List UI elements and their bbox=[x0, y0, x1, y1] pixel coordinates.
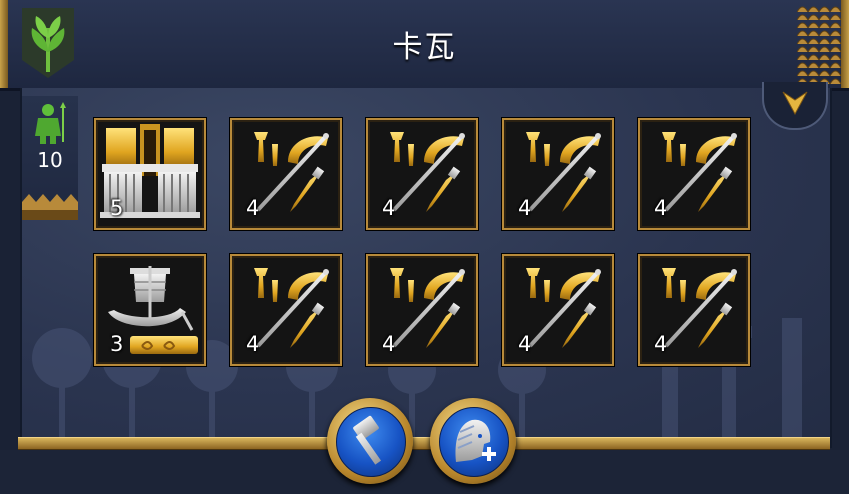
header-bar: 卡瓦 bbox=[0, 0, 849, 91]
troop-count: 10 bbox=[37, 148, 63, 172]
slot-count: 5 bbox=[110, 196, 124, 220]
slot-count: 4 bbox=[246, 332, 260, 356]
weapons-slot[interactable]: 4 bbox=[366, 118, 478, 230]
green-soldier-icon bbox=[35, 102, 66, 144]
chevron-down-icon bbox=[782, 91, 808, 116]
weapons-slot[interactable]: 4 bbox=[230, 118, 342, 230]
slot-count: 3 bbox=[110, 332, 124, 356]
troop-counter[interactable]: 10 bbox=[22, 96, 78, 220]
slot-count: 4 bbox=[654, 332, 668, 356]
slot-count: 4 bbox=[382, 196, 396, 220]
build-button[interactable] bbox=[327, 398, 413, 484]
slot-count: 4 bbox=[518, 332, 532, 356]
ship-slot[interactable]: 3 bbox=[94, 254, 206, 366]
weapons-slot[interactable]: 4 bbox=[230, 254, 342, 366]
recruit-button[interactable] bbox=[430, 398, 516, 484]
weapons-slot[interactable]: 4 bbox=[638, 118, 750, 230]
page-title: 卡瓦 bbox=[392, 30, 457, 65]
slot-count: 4 bbox=[382, 332, 396, 356]
slot-count: 4 bbox=[654, 196, 668, 220]
pharaoh-add-icon bbox=[455, 419, 496, 462]
slot-count: 4 bbox=[518, 196, 532, 220]
weapons-slot[interactable]: 4 bbox=[366, 254, 478, 366]
hammer-icon bbox=[353, 415, 382, 465]
footer-area bbox=[0, 450, 849, 494]
weapons-slot[interactable]: 4 bbox=[502, 254, 614, 366]
slot-count: 4 bbox=[246, 196, 260, 220]
weapons-slot[interactable]: 4 bbox=[502, 118, 614, 230]
temple-building-slot[interactable]: 5 bbox=[94, 118, 206, 230]
weapons-slot[interactable]: 4 bbox=[638, 254, 750, 366]
bottom-gold-bar bbox=[18, 437, 830, 450]
troop-counter-ornament bbox=[22, 194, 78, 220]
